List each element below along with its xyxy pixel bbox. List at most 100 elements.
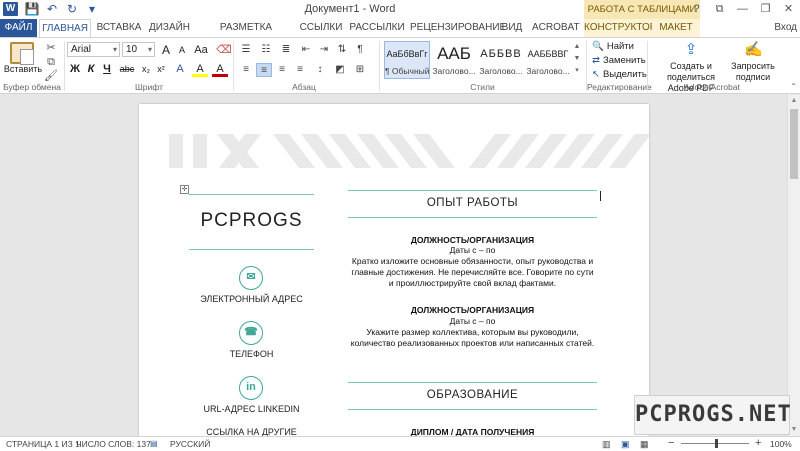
language-indicator[interactable]: РУССКИЙ [170,439,210,449]
styles-scroll[interactable]: ▲ ▼ ▾ [572,41,582,79]
select-button[interactable]: ↖ Выделить [592,69,647,80]
request-signatures-button[interactable]: ✍ Запросить подписи [731,41,775,83]
copy-icon[interactable]: ⧉ [44,55,58,69]
clear-formatting-icon[interactable]: ⌫ [216,42,232,58]
tab-table-design[interactable]: КОНСТРУКТОР [584,19,656,37]
style-normal[interactable]: АаБбВвГг ¶ Обычный [384,41,430,79]
scroll-thumb[interactable] [790,109,798,179]
tab-layout[interactable]: РАЗМЕТКА СТРАНИЦЫ [198,19,294,51]
select-label: Выделить [602,69,647,80]
help-icon[interactable]: ? [685,0,708,19]
multilevel-list-icon[interactable]: ≣ [278,43,294,57]
zoom-in-button[interactable]: + [755,437,761,449]
grow-font-button[interactable]: A [158,42,174,58]
italic-button[interactable]: К [83,61,99,77]
text-effects-icon[interactable]: A [172,61,188,77]
job-title-2[interactable]: ДОЛЖНОСТЬ/ОРГАНИЗАЦИЯ [348,305,597,315]
tab-references[interactable]: ССЫЛКИ [299,19,343,37]
contact-phone[interactable]: ТЕЛЕФОН [179,349,324,359]
zoom-out-button[interactable]: − [668,437,674,449]
style-heading-1[interactable]: ААБ Заголово... [431,41,477,79]
word-count[interactable]: ЧИСЛО СЛОВ: 137 [76,439,151,449]
read-mode-icon[interactable]: ▥ [602,439,611,450]
style-sample: АББВВ [480,48,522,60]
contact-other-links[interactable]: ССЫЛКА НА ДРУГИЕ [179,427,324,436]
strikethrough-button[interactable]: abc [117,61,137,77]
align-left-icon[interactable]: ≡ [238,63,254,77]
experience-heading[interactable]: ОПЫТ РАБОТЫ [348,197,597,209]
numbering-icon[interactable]: ☷ [258,43,274,57]
job-description-2-line-2[interactable]: количество реализованных проектов или на… [343,338,602,349]
format-painter-icon[interactable]: 🖌 [44,69,58,83]
style-heading-2[interactable]: АББВВ Заголово... [478,41,524,79]
tab-view[interactable]: ВИД [498,19,526,37]
tab-table-layout[interactable]: МАКЕТ [652,19,700,37]
font-name-combo[interactable]: Arial ▾ [67,42,120,57]
vertical-scrollbar[interactable]: ▲ ▼ [787,95,800,436]
maximize-icon[interactable]: ❐ [754,0,777,19]
divider [189,249,314,250]
cut-icon[interactable]: ✂ [44,41,58,55]
superscript-button[interactable]: x² [153,61,169,77]
font-color-button[interactable]: A [212,61,228,77]
minimize-icon[interactable]: — [731,0,754,19]
close-icon[interactable]: ✕ [777,0,800,19]
highlight-button[interactable]: A [192,61,208,77]
font-size-combo[interactable]: 10 ▾ [122,42,155,57]
page-count[interactable]: СТРАНИЦА 1 ИЗ 1 [6,439,80,449]
tab-acrobat[interactable]: ACROBAT [532,19,580,37]
replace-button[interactable]: ⇄ Заменить [592,55,646,66]
job-dates-1[interactable]: Даты с – по [343,245,602,256]
tab-review[interactable]: РЕЦЕНЗИРОВАНИЕ [410,19,506,37]
editing-group-label: Редактирование [587,82,652,92]
tab-insert[interactable]: ВСТАВКА [95,19,143,37]
job-description-1-line-1[interactable]: Кратко изложите основные обязанности, оп… [343,256,602,267]
sign-in-link[interactable]: Вход [774,22,797,33]
paste-icon[interactable] [10,42,34,65]
job-title-1[interactable]: ДОЛЖНОСТЬ/ОРГАНИЗАЦИЯ [348,235,597,245]
job-description-1-line-3[interactable]: и проиллюстрируйте свой вклад фактами. [343,278,602,289]
ribbon-display-icon[interactable]: ⧉ [708,0,731,19]
job-description-1-line-2[interactable]: главные достижения. Не перечисляйте все.… [343,267,602,278]
tab-file[interactable]: ФАЙЛ [0,19,37,37]
show-marks-button[interactable]: ¶ [352,43,368,57]
contact-linkedin[interactable]: URL-АДРЕС LINKEDIN [179,404,324,414]
education-degree[interactable]: ДИПЛОМ / ДАТА ПОЛУЧЕНИЯ [348,427,597,436]
underline-button[interactable]: Ч [99,61,115,77]
borders-icon[interactable]: ⊞ [352,63,368,77]
zoom-level[interactable]: 100% [770,439,792,449]
style-heading-3[interactable]: ААББВВГ Заголово... [525,41,571,79]
job-dates-2[interactable]: Даты с – по [343,316,602,327]
subscript-button[interactable]: x₂ [138,61,154,77]
align-right-icon[interactable]: ≡ [274,63,290,77]
zoom-slider-thumb[interactable] [715,439,718,448]
job-description-2-line-1[interactable]: Укажите размер коллектива, которым вы ру… [343,327,602,338]
shrink-font-button[interactable]: A [174,42,190,58]
scroll-up-icon[interactable]: ▲ [788,95,800,107]
shading-icon[interactable]: ◩ [332,63,348,77]
tab-mailings[interactable]: РАССЫЛКИ [349,19,405,37]
align-center-icon[interactable]: ≡ [256,63,272,77]
style-sample: ААББВВГ [527,49,569,59]
collapse-ribbon-icon[interactable]: ⌃ [790,82,797,91]
web-layout-icon[interactable]: ▦ [640,439,649,450]
increase-indent-icon[interactable]: ⇥ [316,43,332,57]
sort-icon[interactable]: ⇅ [334,43,350,57]
print-layout-icon[interactable]: ▣ [621,439,630,450]
bullets-icon[interactable]: ☰ [238,43,254,57]
table-move-handle-icon[interactable]: ✛ [180,185,189,194]
document-page[interactable]: ✛ PCPROGS ✉ ЭЛЕКТРОННЫЙ АДРЕС ☎ ТЕЛЕФОН … [139,104,649,436]
resume-name[interactable]: PCPROGS [189,210,314,232]
find-button[interactable]: 🔍 Найти [592,41,634,52]
education-heading[interactable]: ОБРАЗОВАНИЕ [348,389,597,401]
decrease-indent-icon[interactable]: ⇤ [298,43,314,57]
bold-button[interactable]: Ж [67,61,83,77]
line-spacing-icon[interactable]: ↕ [312,63,328,77]
tab-home[interactable]: ГЛАВНАЯ [39,19,91,38]
proofing-icon[interactable]: ▤ [150,439,158,448]
tab-design[interactable]: ДИЗАЙН [147,19,192,37]
paste-button-label[interactable]: Вставить [2,64,44,74]
contact-email[interactable]: ЭЛЕКТРОННЫЙ АДРЕС [179,294,324,304]
change-case-button[interactable]: Aa [191,42,211,58]
justify-icon[interactable]: ≡ [292,63,308,77]
